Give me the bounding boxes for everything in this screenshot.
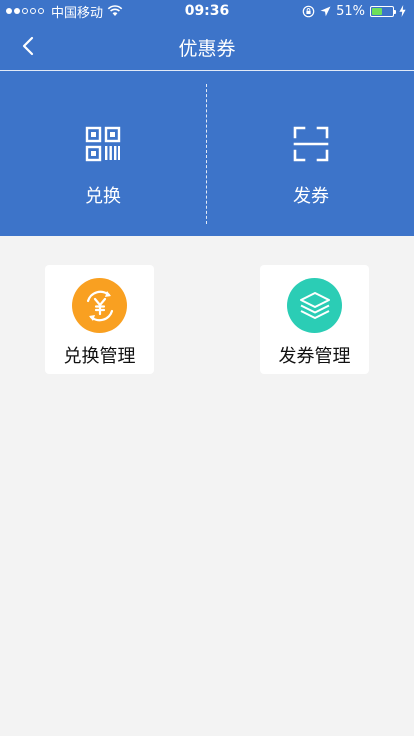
issue-coupon-action-button[interactable]: 发券 bbox=[208, 72, 414, 236]
battery-icon bbox=[370, 5, 396, 17]
page-title: 优惠券 bbox=[178, 38, 236, 60]
battery-percent: 51% bbox=[336, 3, 365, 19]
location-arrow-icon bbox=[320, 6, 331, 16]
exchange-management-card[interactable]: 兑换管理 bbox=[45, 265, 154, 374]
exchange-action-button[interactable]: 兑换 bbox=[0, 72, 206, 236]
issue-management-label: 发券管理 bbox=[278, 346, 351, 367]
status-right: 51% bbox=[302, 3, 406, 19]
orientation-lock-icon bbox=[302, 5, 315, 17]
nav-divider bbox=[0, 70, 414, 71]
issue-management-icon-circle bbox=[287, 278, 342, 333]
exchange-management-icon-circle bbox=[72, 278, 127, 333]
exchange-action-label: 兑换 bbox=[85, 186, 121, 207]
battery-level bbox=[372, 7, 383, 15]
layers-icon bbox=[299, 291, 330, 319]
yen-exchange-icon bbox=[86, 290, 113, 321]
action-panel: 兑换 发券 bbox=[0, 72, 414, 236]
issue-coupon-action-label: 发券 bbox=[293, 186, 329, 207]
exchange-management-label: 兑换管理 bbox=[63, 346, 136, 367]
issue-management-card[interactable]: 发券管理 bbox=[260, 265, 369, 374]
nav-bar: 优惠券 bbox=[0, 22, 414, 70]
status-bar: 中国移动 09:36 51% bbox=[0, 0, 414, 22]
header-background: 中国移动 09:36 51% 优惠券 兑换 发券 bbox=[0, 0, 414, 236]
charging-bolt-icon bbox=[399, 5, 406, 17]
scan-frame-icon bbox=[293, 126, 329, 162]
action-divider bbox=[206, 84, 207, 224]
qr-code-icon bbox=[85, 126, 121, 162]
